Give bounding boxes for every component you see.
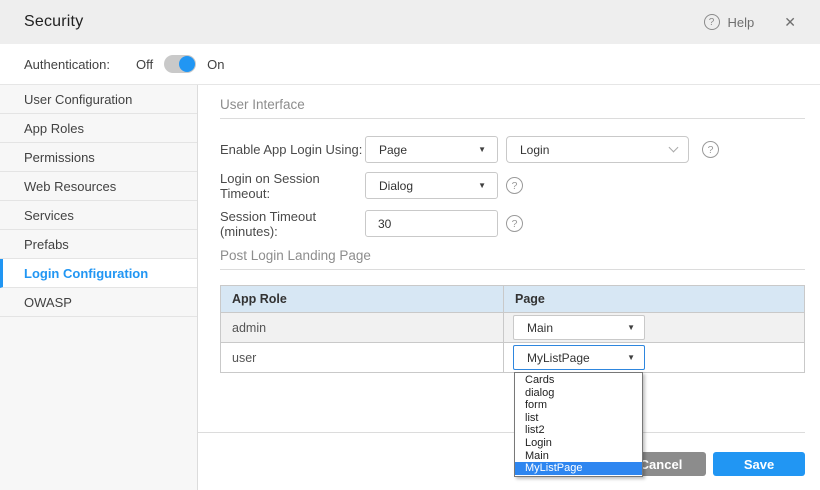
timeout-mode-value: Dialog (379, 179, 413, 193)
security-settings-window: Security ? Help ✕ Authentication: Off On… (0, 0, 820, 490)
login-type-value: Page (379, 143, 407, 157)
footer-divider (198, 432, 805, 433)
sidebar-item-user-configuration[interactable]: User Configuration (0, 85, 197, 114)
section-title-user-interface: User Interface (220, 97, 805, 112)
body: User Configuration App Roles Permissions… (0, 85, 820, 490)
page-dropdown-list: Cards dialog form list list2 Login Main … (514, 372, 643, 477)
dropdown-option-list2[interactable]: list2 (515, 424, 642, 437)
field-session-timeout: Session Timeout (minutes): ? (220, 210, 805, 237)
help-circle-icon[interactable]: ? (506, 215, 523, 232)
sidebar-item-permissions[interactable]: Permissions (0, 143, 197, 172)
close-icon[interactable]: ✕ (784, 14, 796, 31)
table-row: user MyListPage ▼ Cards dialog form (221, 343, 805, 373)
caret-down-icon: ▼ (478, 146, 486, 154)
session-timeout-input[interactable] (365, 210, 498, 237)
sidebar: User Configuration App Roles Permissions… (0, 85, 198, 490)
sidebar-item-prefabs[interactable]: Prefabs (0, 230, 197, 259)
dropdown-option-form[interactable]: form (515, 399, 642, 412)
help-circle-icon: ? (704, 14, 720, 30)
sidebar-item-services[interactable]: Services (0, 201, 197, 230)
toggle-on-label: On (207, 57, 224, 72)
user-page-value: MyListPage (527, 351, 590, 365)
help-circle-icon[interactable]: ? (506, 177, 523, 194)
table-row: admin Main ▼ (221, 313, 805, 343)
sidebar-item-owasp[interactable]: OWASP (0, 288, 197, 317)
action-buttons: Cancel Save (220, 452, 805, 476)
enable-app-login-label: Enable App Login Using: (220, 142, 365, 157)
login-page-select[interactable]: Login (506, 136, 689, 163)
authentication-label: Authentication: (24, 57, 110, 72)
dropdown-option-login[interactable]: Login (515, 437, 642, 450)
sidebar-item-app-roles[interactable]: App Roles (0, 114, 197, 143)
main-content: User Interface Enable App Login Using: P… (198, 85, 820, 490)
table-header-row: App Role Page (221, 286, 805, 313)
chevron-down-icon (669, 143, 679, 153)
caret-down-icon: ▼ (627, 324, 635, 332)
session-timeout-label: Session Timeout (minutes): (220, 209, 365, 239)
dropdown-option-main[interactable]: Main (515, 450, 642, 463)
app-role-user: user (221, 343, 504, 373)
field-login-on-timeout: Login on Session Timeout: Dialog ▼ ? (220, 172, 805, 199)
admin-page-select[interactable]: Main ▼ (513, 315, 645, 340)
timeout-mode-select[interactable]: Dialog ▼ (365, 172, 498, 199)
toggle-knob (179, 56, 195, 72)
login-type-select[interactable]: Page ▼ (365, 136, 498, 163)
caret-down-icon: ▼ (478, 182, 486, 190)
sidebar-item-web-resources[interactable]: Web Resources (0, 172, 197, 201)
admin-page-value: Main (527, 321, 553, 335)
save-button[interactable]: Save (713, 452, 805, 476)
help-circle-icon[interactable]: ? (702, 141, 719, 158)
caret-down-icon: ▼ (627, 354, 635, 362)
page-title: Security (24, 13, 83, 31)
dropdown-option-cards[interactable]: Cards (515, 374, 642, 387)
authentication-toggle[interactable] (164, 55, 196, 73)
login-page-value: Login (520, 143, 549, 157)
help-button[interactable]: ? Help (704, 14, 755, 30)
section-divider (220, 118, 805, 119)
help-label: Help (728, 15, 755, 30)
post-login-table: App Role Page admin Main ▼ (220, 285, 805, 373)
login-on-timeout-label: Login on Session Timeout: (220, 171, 365, 201)
column-header-app-role: App Role (221, 286, 504, 313)
column-header-page: Page (504, 286, 805, 313)
authentication-bar: Authentication: Off On (0, 44, 820, 85)
title-bar: Security ? Help ✕ (0, 0, 820, 44)
dropdown-option-list[interactable]: list (515, 412, 642, 425)
dropdown-option-mylistpage[interactable]: MyListPage (515, 462, 642, 475)
section-title-post-login: Post Login Landing Page (220, 248, 805, 263)
toggle-off-label: Off (136, 57, 153, 72)
dropdown-option-dialog[interactable]: dialog (515, 387, 642, 400)
user-page-select[interactable]: MyListPage ▼ (513, 345, 645, 370)
section-divider (220, 269, 805, 270)
app-role-admin: admin (221, 313, 504, 343)
field-enable-app-login: Enable App Login Using: Page ▼ Login ? (220, 136, 805, 163)
sidebar-item-login-configuration[interactable]: Login Configuration (0, 259, 197, 288)
